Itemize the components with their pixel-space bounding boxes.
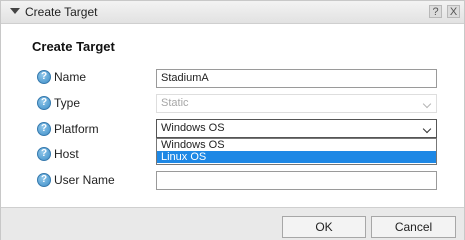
ok-button[interactable]: OK (282, 216, 366, 238)
page-title: Create Target (32, 39, 115, 54)
cancel-button[interactable]: Cancel (371, 216, 456, 238)
chevron-down-icon[interactable] (10, 8, 20, 14)
dialog-footer: OK Cancel (1, 207, 464, 240)
chevron-down-icon[interactable] (422, 124, 432, 134)
platform-select-value: Windows OS (161, 122, 225, 134)
platform-option-linux[interactable]: Linux OS (157, 151, 436, 163)
platform-label: Platform (54, 122, 99, 136)
dialog-title: Create Target (25, 5, 98, 19)
type-select: Static (156, 94, 437, 113)
platform-option-windows[interactable]: Windows OS (157, 139, 436, 151)
help-button[interactable]: ? (429, 5, 442, 18)
close-button[interactable]: X (447, 5, 460, 18)
platform-dropdown-list: Windows OS Linux OS (156, 138, 437, 165)
platform-select[interactable]: Windows OS (156, 119, 437, 138)
help-icon[interactable]: ? (37, 173, 51, 187)
help-icon[interactable]: ? (37, 70, 51, 84)
help-icon[interactable]: ? (37, 96, 51, 110)
username-input[interactable] (156, 171, 437, 190)
host-label: Host (54, 147, 79, 161)
name-input[interactable]: StadiumA (156, 69, 437, 88)
username-label: User Name (54, 173, 115, 187)
type-select-value: Static (161, 97, 189, 109)
name-label: Name (54, 70, 87, 84)
chevron-down-icon (422, 99, 432, 109)
help-icon[interactable]: ? (37, 122, 51, 136)
dialog-titlebar: Create Target ? X (1, 1, 464, 24)
help-icon[interactable]: ? (37, 147, 51, 161)
type-label: Type (54, 96, 81, 110)
create-target-dialog: Create Target ? X Create Target ? Name S… (0, 0, 465, 240)
